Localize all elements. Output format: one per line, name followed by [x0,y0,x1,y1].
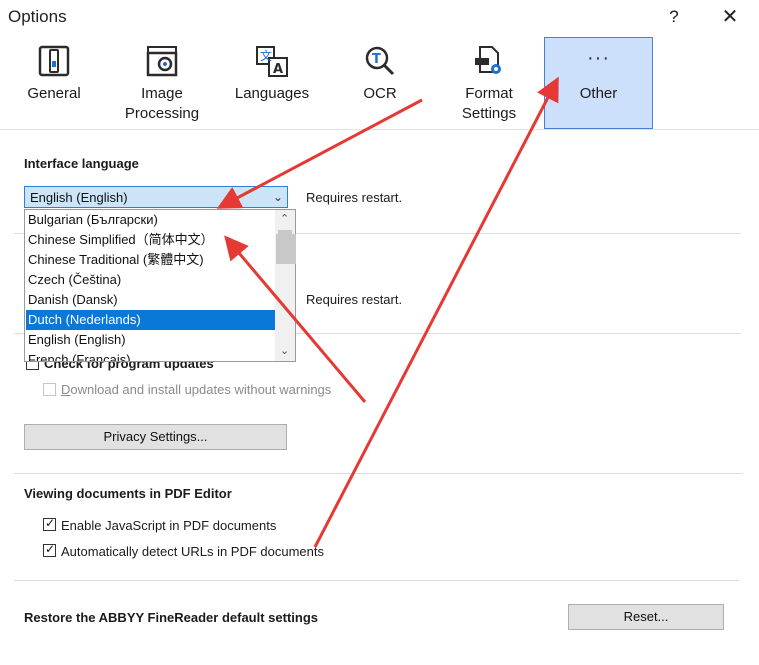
language-dropdown-list[interactable]: Bulgarian (Български) Chinese Simplified… [24,209,296,362]
list-item[interactable]: Czech (Čeština) [26,270,276,290]
list-item-selected[interactable]: Dutch (Nederlands) [26,310,276,330]
list-item[interactable]: Chinese Simplified（简体中文） [26,230,276,250]
general-icon [38,45,70,77]
tab-general[interactable]: General [18,38,90,128]
window-title: Options [8,7,67,26]
detect-urls-label: Automatically detect URLs in PDF documen… [61,544,324,559]
svg-text:文: 文 [260,48,272,63]
list-item[interactable]: English (English) [26,330,276,350]
image-processing-icon [146,46,178,77]
list-item[interactable]: French (Français) [26,350,276,361]
tab-ocr[interactable]: T OCR [350,38,410,128]
list-item[interactable]: Bulgarian (Български) [26,210,276,230]
detect-urls-checkbox[interactable]: ✓ [43,542,56,557]
close-button[interactable]: ✕ [716,6,744,30]
requires-restart-text: Requires restart. [306,190,403,205]
tab-image-processing[interactable]: Image Processing [116,38,208,128]
section-divider [14,473,743,474]
section-divider [14,580,739,581]
restore-title: Restore the ABBYY FineReader default set… [24,610,319,625]
svg-text:T: T [372,52,381,67]
tab-languages[interactable]: 文 A Languages [232,38,312,128]
ocr-icon: T [365,46,395,76]
interface-language-value: English (English) [30,190,128,205]
interface-language-title: Interface language [24,156,139,171]
tab-other[interactable]: ··· Other [544,37,653,129]
svg-text:A: A [273,62,283,77]
pdf-editor-title: Viewing documents in PDF Editor [24,486,232,501]
chevron-down-icon: ⌄ [272,190,283,204]
format-settings-icon [475,46,501,74]
tab-image-label-1: Image [141,85,183,102]
help-button[interactable]: ? [662,6,686,30]
arrow-to-other-tab [313,76,559,548]
enable-js-checkbox[interactable]: ✓ [43,516,56,531]
interface-language-select[interactable]: English (English) ⌄ [24,186,288,208]
chevron-down-icon[interactable]: ⌄ [280,344,289,357]
list-item[interactable]: Danish (Dansk) [26,290,276,310]
hidden-scrollbar-fragment [276,234,296,264]
tab-general-label: General [27,85,81,102]
tab-format-settings[interactable]: Format Settings [448,38,530,128]
checkmark-icon: ✓ [45,516,56,530]
checkmark-icon: ✓ [45,542,56,556]
more-icon: ··· [587,47,610,69]
tabs-divider [0,129,759,130]
chevron-up-icon[interactable]: ⌃ [280,212,289,225]
list-item[interactable]: Chinese Traditional (繁體中文) [26,250,276,270]
close-icon: ✕ [721,6,739,28]
tab-other-label: Other [579,85,618,102]
tab-format-label-2: Settings [461,105,517,122]
reset-button[interactable]: Reset... [568,604,724,630]
auto-update-label: Download and install updates without war… [61,382,332,397]
tab-languages-label: Languages [234,85,310,102]
tab-format-label-1: Format [465,85,513,102]
auto-update-checkbox[interactable] [43,383,56,396]
tab-image-label-2: Processing [124,105,200,122]
enable-js-label: Enable JavaScript in PDF documents [61,518,277,533]
tab-ocr-label: OCR [363,85,397,102]
privacy-settings-button[interactable]: Privacy Settings... [24,424,287,450]
dropdown-scrollbar[interactable]: ⌃ ⌄ [275,210,295,361]
requires-restart-text-2: Requires restart. [306,292,403,307]
languages-icon: 文 A [256,46,288,77]
